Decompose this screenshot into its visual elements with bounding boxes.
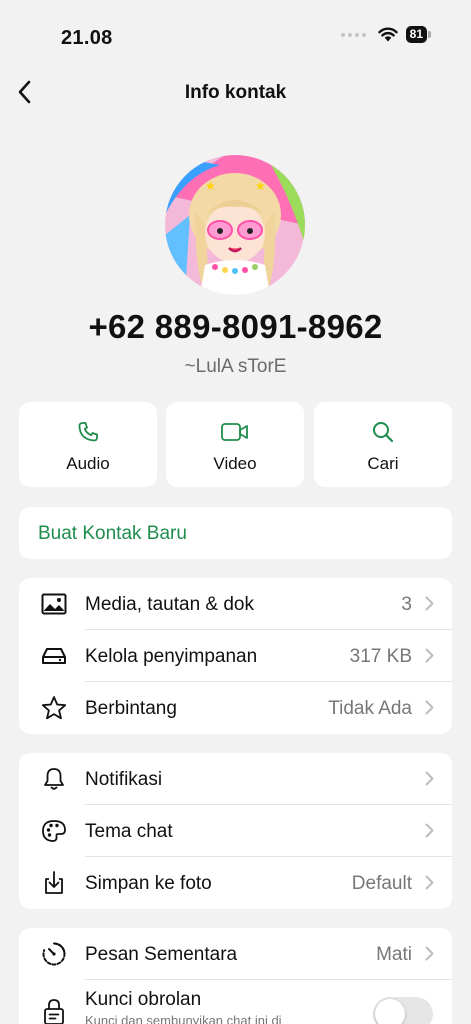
nav-bar: Info kontak: [0, 70, 471, 114]
chat-lock-sublabel: Kunci dan sembunyikan chat ini di: [85, 1013, 282, 1024]
save-to-photos-label: Simpan ke foto: [85, 873, 212, 894]
media-links-docs-item[interactable]: Media, tautan & dok 3: [19, 578, 452, 630]
palette-icon: [42, 820, 66, 842]
video-icon: [221, 423, 248, 441]
chevron-right-icon: [425, 700, 434, 715]
audio-call-button[interactable]: Audio: [19, 402, 157, 487]
chevron-right-icon: [425, 596, 434, 611]
chevron-right-icon: [425, 875, 434, 890]
settings-section: Notifikasi Tema chat Simpan ke foto Defa…: [19, 753, 452, 909]
storage-label: Kelola penyimpanan: [85, 646, 258, 667]
notifications-item[interactable]: Notifikasi: [19, 753, 452, 805]
starred-value: Tidak Ada: [328, 698, 412, 719]
chat-theme-label: Tema chat: [85, 821, 173, 842]
manage-storage-item[interactable]: Kelola penyimpanan 317 KB: [19, 630, 452, 682]
page-title: Info kontak: [184, 82, 287, 103]
image-icon: [41, 593, 67, 615]
create-contact-button[interactable]: Buat Kontak Baru: [19, 507, 452, 559]
media-section: Media, tautan & dok 3 Kelola penyimpanan…: [19, 578, 452, 734]
svg-text:★: ★: [205, 179, 216, 193]
media-count: 3: [401, 594, 412, 615]
bell-icon: [44, 768, 64, 790]
avatar-image: ★ ★: [165, 155, 305, 295]
status-time: 21.08: [61, 27, 113, 49]
storage-size: 317 KB: [349, 646, 412, 667]
search-icon: [373, 422, 394, 443]
status-indicators: 81: [340, 26, 431, 43]
phone-icon: [78, 422, 98, 442]
disappearing-messages-label: Pesan Sementara: [85, 944, 238, 965]
save-to-photos-item[interactable]: Simpan ke foto Default: [19, 857, 452, 909]
search-label: Cari: [367, 454, 399, 473]
chevron-right-icon: [425, 648, 434, 663]
audio-label: Audio: [66, 454, 110, 473]
timer-icon: [42, 942, 66, 966]
chevron-right-icon: [425, 771, 434, 786]
starred-label: Berbintang: [85, 698, 177, 719]
save-to-photos-value: Default: [351, 873, 412, 894]
chat-lock-item[interactable]: Kunci obrolan Kunci dan sembunyikan chat…: [19, 980, 452, 1024]
chevron-right-icon: [425, 823, 434, 838]
privacy-section: Pesan Sementara Mati Kunci obrolan Kunci…: [19, 928, 452, 1024]
contact-pushname: ~LulA sTorE: [184, 356, 287, 377]
lock-chat-icon: [44, 999, 64, 1024]
download-icon: [45, 871, 63, 894]
contact-phone-number: +62 889-8091-8962: [88, 308, 383, 345]
storage-icon: [42, 648, 66, 664]
chat-theme-item[interactable]: Tema chat: [19, 805, 452, 857]
starred-item[interactable]: Berbintang Tidak Ada: [19, 682, 452, 734]
wifi-icon: [377, 27, 398, 42]
signal-icon: [340, 32, 366, 37]
svg-text:★: ★: [255, 179, 266, 193]
chevron-right-icon: [425, 946, 434, 961]
video-label: Video: [213, 454, 257, 473]
notifications-label: Notifikasi: [85, 769, 163, 790]
search-button[interactable]: Cari: [314, 402, 452, 487]
disappearing-messages-value: Mati: [376, 944, 412, 965]
video-call-button[interactable]: Video: [166, 402, 304, 487]
status-bar: 21.08 81: [0, 0, 471, 70]
battery-level: 81: [405, 26, 427, 43]
battery-icon: 81: [405, 26, 431, 43]
media-label: Media, tautan & dok: [85, 594, 254, 615]
chat-lock-toggle[interactable]: [373, 997, 433, 1024]
avatar[interactable]: ★ ★: [165, 155, 305, 295]
create-contact-label: Buat Kontak Baru: [38, 523, 187, 544]
chat-lock-label: Kunci obrolan: [85, 989, 202, 1010]
disappearing-messages-item[interactable]: Pesan Sementara Mati: [19, 928, 452, 980]
star-icon: [41, 696, 67, 720]
